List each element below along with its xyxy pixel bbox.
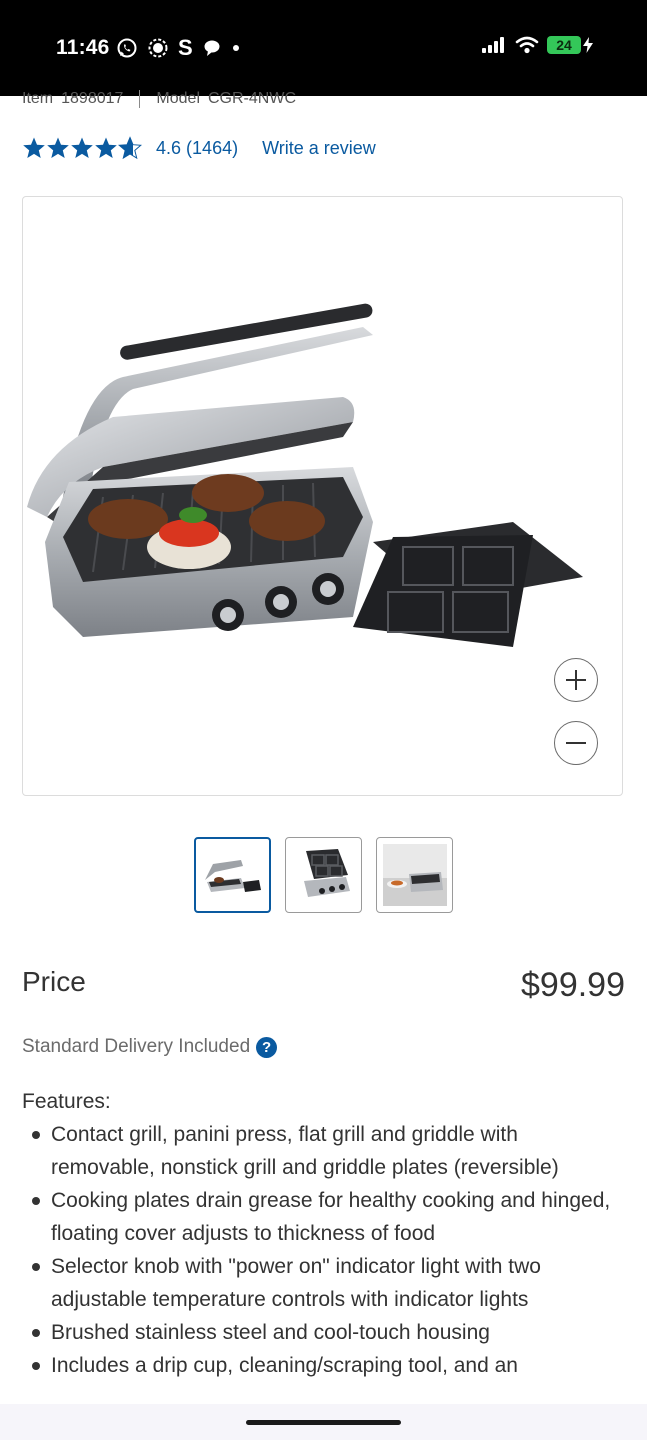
product-image	[27, 303, 583, 647]
cellular-signal-icon	[482, 37, 504, 53]
features-section: Features: Contact grill, panini press, f…	[22, 1090, 622, 1382]
wifi-icon	[515, 36, 539, 54]
write-review-link[interactable]: Write a review	[262, 138, 376, 159]
item-label: Item	[22, 90, 54, 107]
charging-bolt-icon	[583, 37, 593, 53]
delivery-text: Standard Delivery Included	[22, 1036, 251, 1057]
model-number: CGR-4NWC	[208, 90, 296, 107]
price-value: $99.99	[521, 966, 625, 1004]
plus-icon	[566, 670, 586, 690]
zoom-in-button[interactable]	[554, 658, 598, 702]
features-list: Contact grill, panini press, flat grill …	[22, 1118, 622, 1382]
thumbnail-3[interactable]	[376, 837, 453, 913]
model-label: Model	[156, 90, 200, 107]
help-icon[interactable]: ?	[256, 1036, 278, 1058]
product-image-viewer[interactable]	[22, 196, 623, 796]
item-number: 1898017	[61, 90, 124, 107]
rating-number: 4.6	[156, 137, 182, 158]
rating-row: 4.6 (1464) Write a review	[22, 136, 376, 160]
star-icon	[23, 137, 45, 158]
chat-bubble-icon	[204, 40, 220, 56]
battery-icon: 24	[547, 36, 581, 54]
list-item: Contact grill, panini press, flat grill …	[22, 1118, 622, 1184]
thumbnail-1[interactable]	[194, 837, 271, 913]
features-title: Features:	[22, 1090, 111, 1113]
thumbnail-strip	[194, 837, 453, 913]
meta-divider	[139, 90, 141, 108]
dot-icon	[232, 45, 239, 51]
s-app-icon: S	[178, 35, 193, 60]
list-item: Includes a drip cup, cleaning/scraping t…	[22, 1349, 622, 1382]
bottom-bar	[0, 1404, 647, 1440]
item-model-row: Item 1898017 Model CGR-4NWC	[22, 90, 296, 108]
thumbnail-image	[382, 844, 447, 906]
star-icon	[95, 137, 117, 158]
home-indicator[interactable]	[246, 1420, 401, 1425]
thumbnail-2[interactable]	[285, 837, 362, 913]
delivery-info: Standard Delivery Included ?	[22, 1036, 278, 1058]
star-icon	[71, 137, 93, 158]
list-item: Selector knob with "power on" indicator …	[22, 1250, 622, 1316]
zoom-out-button[interactable]	[554, 721, 598, 765]
review-count: (1464)	[186, 137, 239, 158]
system-icons: 24	[481, 36, 593, 54]
minus-icon	[566, 742, 586, 744]
thumbnail-image	[204, 860, 261, 892]
status-bar: 11:46 S 24	[0, 0, 647, 96]
status-time: 11:46	[56, 36, 110, 59]
notification-icons: S	[116, 35, 241, 61]
list-item: Brushed stainless steel and cool-touch h…	[22, 1316, 622, 1349]
thumbnail-image	[303, 849, 350, 897]
price-label: Price	[22, 966, 86, 997]
star-icon	[47, 137, 69, 158]
list-item: Cooking plates drain grease for healthy …	[22, 1184, 622, 1250]
whatsapp-icon	[117, 38, 137, 58]
star-rating[interactable]	[22, 136, 142, 160]
signal-app-icon	[148, 38, 168, 58]
rating-value[interactable]: 4.6 (1464)	[156, 138, 238, 159]
partial-star-icon	[118, 136, 142, 160]
